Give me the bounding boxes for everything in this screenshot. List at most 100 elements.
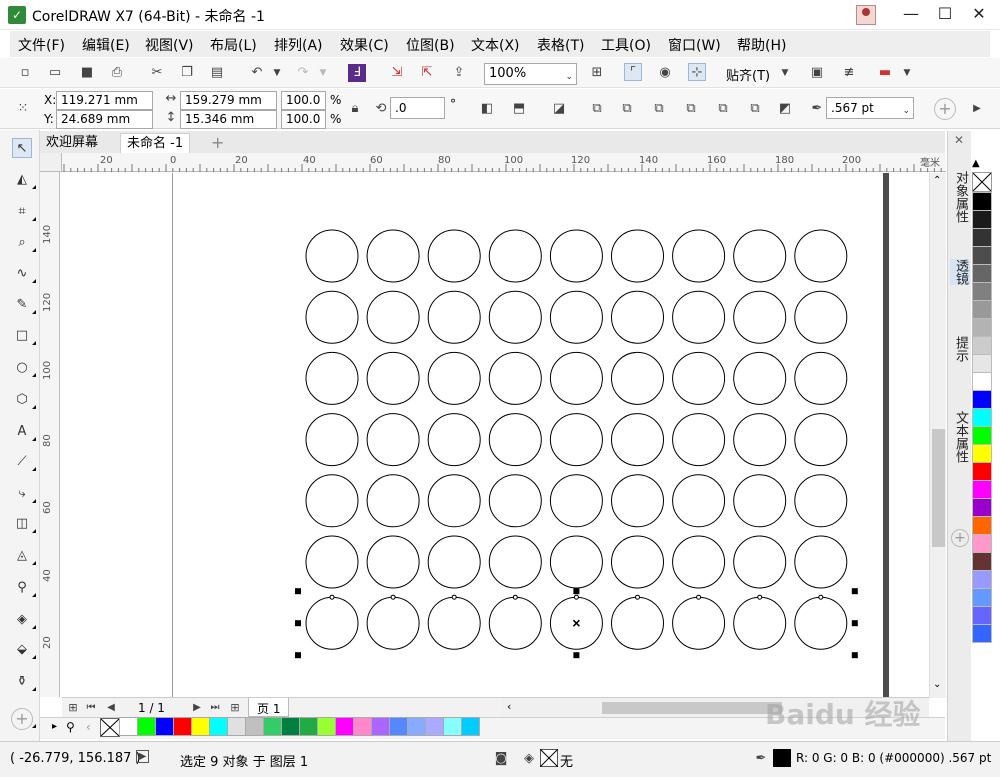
circle-shape[interactable] <box>366 474 420 528</box>
docker-tab-lens[interactable]: 透镜 <box>950 259 970 285</box>
circle-shape[interactable] <box>794 229 848 283</box>
color-swatch[interactable] <box>972 588 992 607</box>
menu-view[interactable]: 视图(V) <box>145 35 194 55</box>
paste-icon[interactable]: ▤ <box>208 64 226 82</box>
circle-shape[interactable] <box>794 351 848 405</box>
color-swatch[interactable] <box>972 534 992 553</box>
lock-ratio-icon[interactable]: 🔒︎ <box>346 100 364 118</box>
node-marker[interactable] <box>696 594 702 600</box>
color-swatch[interactable] <box>972 516 992 535</box>
circle-shape[interactable] <box>794 535 848 589</box>
color-swatch[interactable] <box>371 717 390 736</box>
color-eyedropper-tool-icon[interactable]: ⚲ <box>12 578 36 598</box>
scroll-left-icon[interactable]: ‹ <box>507 700 511 713</box>
scale-height-field[interactable]: 100.0 <box>281 110 326 129</box>
tab-welcome-screen[interactable]: 欢迎屏幕 <box>40 133 104 153</box>
previous-page-icon[interactable]: ◀ <box>102 699 120 717</box>
color-swatch[interactable] <box>155 717 174 736</box>
ruler-origin[interactable] <box>40 153 62 172</box>
circle-shape[interactable] <box>366 596 420 650</box>
circle-shape[interactable] <box>672 596 726 650</box>
outline-pen-tool-icon[interactable]: ⚱ <box>12 672 36 692</box>
new-document-icon[interactable]: ▫ <box>16 64 34 82</box>
circle-shape[interactable] <box>611 474 664 528</box>
welcome-screen-icon[interactable]: ▣ <box>808 64 826 82</box>
color-swatch[interactable] <box>245 717 264 736</box>
color-swatch[interactable] <box>972 606 992 625</box>
circle-shape[interactable] <box>488 596 542 650</box>
group-icon[interactable]: ◪ <box>550 100 568 118</box>
circle-shape[interactable] <box>549 413 603 467</box>
selection-handle[interactable] <box>573 588 580 595</box>
circle-shape[interactable] <box>611 535 664 589</box>
add-tool-icon[interactable]: + <box>11 708 36 730</box>
docker-tab-text-properties[interactable]: 文本属性 <box>950 411 970 463</box>
color-swatch[interactable] <box>972 282 992 301</box>
smart-fill-tool-icon[interactable]: ✎ <box>12 295 36 315</box>
menu-effects[interactable]: 效果(C) <box>340 35 389 55</box>
scroll-up-icon[interactable]: ⌃ <box>933 175 941 186</box>
maximize-button[interactable]: ☐ <box>928 2 962 26</box>
circle-shape[interactable] <box>672 535 726 589</box>
weld-icon[interactable]: ⧉ <box>588 100 606 118</box>
circle-shape[interactable] <box>488 413 542 467</box>
zoom-level-select[interactable]: 100% ⌄ <box>484 63 577 85</box>
circle-shape[interactable] <box>794 413 848 467</box>
y-position-field[interactable]: 24.689 mm <box>56 110 153 129</box>
circle-shape[interactable] <box>305 229 359 283</box>
menu-table[interactable]: 表格(T) <box>537 35 584 55</box>
drop-shadow-tool-icon[interactable]: ◫ <box>12 514 36 534</box>
color-swatch[interactable] <box>119 717 138 736</box>
circle-shape[interactable] <box>794 290 848 344</box>
color-swatch[interactable] <box>972 462 992 481</box>
selection-handle[interactable] <box>851 588 858 595</box>
palette-scroll-left-icon[interactable]: ‹ <box>86 720 91 734</box>
add-page-after-icon[interactable]: ⊞ <box>226 699 244 717</box>
add-page-before-icon[interactable]: ⊞ <box>64 699 82 717</box>
vertical-scrollbar[interactable]: ⌃ ⌄ <box>929 173 946 698</box>
circle-shape[interactable] <box>305 474 359 528</box>
docker-tab-object-properties[interactable]: 对象属性 <box>950 171 970 223</box>
circle-shape[interactable] <box>672 474 726 528</box>
color-swatch[interactable] <box>317 717 336 736</box>
color-swatch[interactable] <box>209 717 228 736</box>
docker-tab-hints[interactable]: 提示 <box>950 336 970 362</box>
parallel-dimension-tool-icon[interactable]: ⟋ <box>12 452 36 472</box>
circle-shape[interactable] <box>488 290 542 344</box>
front-minus-back-icon[interactable]: ⧉ <box>714 100 732 118</box>
color-swatch[interactable] <box>353 717 372 736</box>
application-launcher-icon[interactable]: ▬ <box>876 64 894 82</box>
menu-arrange[interactable]: 排列(A) <box>274 35 323 55</box>
color-swatch[interactable] <box>972 498 992 517</box>
menu-edit[interactable]: 编辑(E) <box>82 35 130 55</box>
color-swatch[interactable] <box>972 336 992 355</box>
color-swatch[interactable] <box>972 300 992 319</box>
horizontal-ruler[interactable]: 20 0 20 40 60 80 100 120 140 160 180 200… <box>62 153 946 172</box>
last-page-icon[interactable]: ⏭ <box>206 699 224 717</box>
x-position-field[interactable]: 119.271 mm <box>56 91 153 110</box>
drawing-objects[interactable] <box>61 173 929 698</box>
show-guidelines-icon[interactable]: ◉ <box>656 64 674 82</box>
circle-shape[interactable] <box>549 229 603 283</box>
circle-shape[interactable] <box>733 474 787 528</box>
menu-bitmaps[interactable]: 位图(B) <box>406 35 455 55</box>
color-swatch[interactable] <box>972 228 992 247</box>
page-1-tab[interactable]: 页 1 <box>248 698 290 717</box>
no-color-swatch[interactable] <box>972 172 992 192</box>
color-swatch[interactable] <box>263 717 282 736</box>
outline-width-select[interactable]: .567 pt ⌄ <box>826 97 914 119</box>
circle-shape[interactable] <box>733 351 787 405</box>
horizontal-scroll-thumb[interactable] <box>602 702 782 714</box>
circle-shape[interactable] <box>427 290 481 344</box>
trim-icon[interactable]: ⧉ <box>618 100 636 118</box>
circle-shape[interactable] <box>549 351 603 405</box>
circle-shape[interactable] <box>305 351 359 405</box>
circle-shape[interactable] <box>611 351 664 405</box>
print-icon[interactable]: ⎙ <box>108 64 126 82</box>
circle-shape[interactable] <box>427 351 481 405</box>
reference-point-icon[interactable]: ⁙ <box>14 100 32 118</box>
back-minus-front-icon[interactable]: ⧉ <box>746 100 764 118</box>
scale-width-field[interactable]: 100.0 <box>281 91 326 110</box>
cut-icon[interactable]: ✂ <box>148 64 166 82</box>
circle-shape[interactable] <box>733 413 787 467</box>
